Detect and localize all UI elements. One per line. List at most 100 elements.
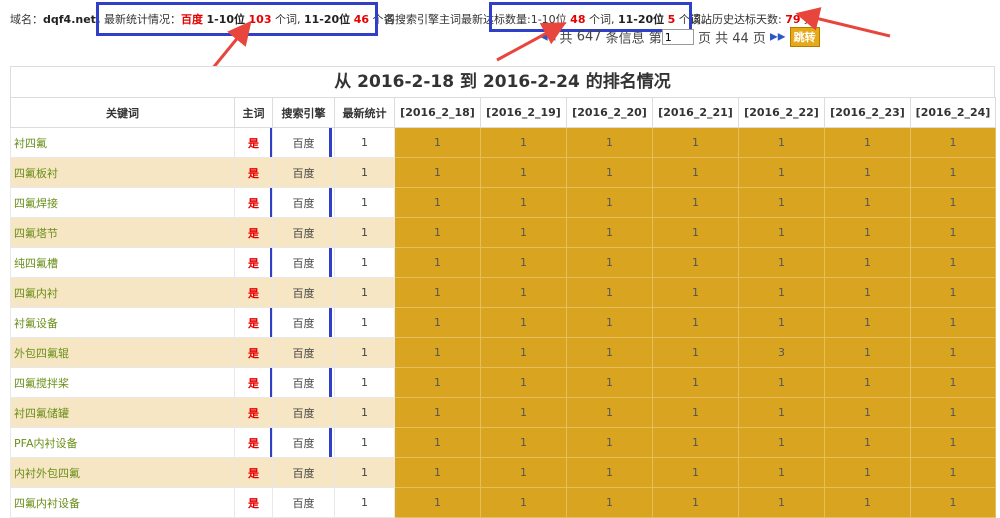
pager-total-prefix: 共 <box>559 31 573 47</box>
day-rank-cell: 1 <box>824 247 911 278</box>
latest-cell: 1 <box>334 247 395 278</box>
day-rank-cell: 1 <box>738 247 825 278</box>
day-rank-cell: 1 <box>652 247 739 278</box>
day-rank-cell: 1 <box>394 397 481 428</box>
day-rank-cell: 1 <box>652 367 739 398</box>
day-rank-cell: 1 <box>738 217 825 248</box>
day-rank-cell: 1 <box>824 337 911 368</box>
table-row: PFA内衬设备是百度 1 1 1 1 1 1 1 1 <box>10 427 996 458</box>
day-rank-cell: 1 <box>394 337 481 368</box>
table-header-row: 关键词 主词 搜索引擎 最新统计 [2016_2_18] [2016_2_19]… <box>10 97 996 128</box>
latest-cell: 1 <box>334 307 395 338</box>
day-rank-cell: 1 <box>824 157 911 188</box>
latest-cell: 1 <box>334 277 395 308</box>
keyword-cell[interactable]: 四氟焊接 <box>10 187 235 218</box>
day-rank-cell: 1 <box>394 367 481 398</box>
keyword-cell[interactable]: 衬四氟 <box>10 127 235 158</box>
day-rank-cell: 1 <box>480 217 567 248</box>
keyword-cell[interactable]: 外包四氟辊 <box>10 337 235 368</box>
keyword-cell[interactable]: PFA内衬设备 <box>10 427 235 458</box>
engine-cell: 百度 <box>272 307 335 338</box>
main-cell: 是 <box>234 277 273 308</box>
keyword-cell[interactable]: 衬氟设备 <box>10 307 235 338</box>
keyword-cell[interactable]: 内衬外包四氟 <box>10 457 235 488</box>
triangle-left-icon[interactable]: ◀◀ <box>540 32 555 43</box>
day-rank-cell: 1 <box>480 367 567 398</box>
jump-button[interactable]: 跳转 <box>789 27 820 47</box>
main-cell: 是 <box>234 397 273 428</box>
day-rank-cell: 1 <box>394 217 481 248</box>
engine-cell: 百度 <box>272 217 335 248</box>
latest-cell: 1 <box>334 157 395 188</box>
table-row: 四氟内衬设备是百度 1 1 1 1 1 1 1 1 <box>10 487 996 518</box>
engine-stat-label: 各搜索引擎主词最新达标数量:1-10位 <box>384 13 567 26</box>
day-rank-cell: 1 <box>566 427 653 458</box>
page-number-input[interactable] <box>661 29 694 45</box>
keyword-cell[interactable]: 四氟塔节 <box>10 217 235 248</box>
latest-cell: 1 <box>334 187 395 218</box>
header-day: [2016_2_22] <box>738 97 825 128</box>
table-row: 四氟焊接是百度 1 1 1 1 1 1 1 1 <box>10 187 996 218</box>
header-day: [2016_2_19] <box>480 97 567 128</box>
latest-cell: 1 <box>334 217 395 248</box>
engine-cell: 百度 <box>272 397 335 428</box>
engine-stats: 各搜索引擎主词最新达标数量:1-10位 48 个词, 11-20位 5 个词。 <box>384 11 712 27</box>
main-cell: 是 <box>234 487 273 518</box>
engine-cell: 百度 <box>272 487 335 518</box>
triangle-right-icon[interactable]: ▶▶ <box>770 32 785 43</box>
day-rank-cell: 1 <box>480 307 567 338</box>
day-rank-cell: 1 <box>824 397 911 428</box>
day-rank-cell: 3 <box>738 337 825 368</box>
day-rank-cell: 1 <box>652 127 739 158</box>
table-title: 从 2016-2-18 到 2016-2-24 的排名情况 <box>10 66 995 97</box>
pager-pages-text: 页 共 44 页 <box>697 31 766 47</box>
keyword-cell[interactable]: 纯四氟槽 <box>10 247 235 278</box>
day-rank-cell: 1 <box>394 127 481 158</box>
keyword-cell[interactable]: 四氟板衬 <box>10 157 235 188</box>
main-cell: 是 <box>234 127 273 158</box>
engine-cell: 百度 <box>272 247 335 278</box>
day-rank-cell: 1 <box>824 307 911 338</box>
day-rank-cell: 1 <box>652 277 739 308</box>
day-rank-cell: 1 <box>910 307 996 338</box>
header-keyword: 关键词 <box>10 97 235 128</box>
latest-range2-count: 46 <box>353 13 369 26</box>
day-rank-cell: 1 <box>480 127 567 158</box>
main-cell: 是 <box>234 157 273 188</box>
day-rank-cell: 1 <box>910 277 996 308</box>
day-rank-cell: 1 <box>652 337 739 368</box>
day-rank-cell: 1 <box>652 427 739 458</box>
table-row: 纯四氟槽是百度 1 1 1 1 1 1 1 1 <box>10 247 996 278</box>
day-rank-cell: 1 <box>394 307 481 338</box>
history-stats: 该站历史达标天数: 79 天 <box>690 11 815 27</box>
day-rank-cell: 1 <box>566 487 653 518</box>
day-rank-cell: 1 <box>824 367 911 398</box>
ranking-table-wrap: 从 2016-2-18 到 2016-2-24 的排名情况 关键词 主词 搜索引… <box>10 66 996 518</box>
day-rank-cell: 1 <box>738 187 825 218</box>
day-rank-cell: 1 <box>824 187 911 218</box>
latest-cell: 1 <box>334 457 395 488</box>
day-rank-cell: 1 <box>738 277 825 308</box>
keyword-cell[interactable]: 四氟内衬设备 <box>10 487 235 518</box>
day-rank-cell: 1 <box>652 217 739 248</box>
engine-stat-range2: 11-20位 <box>617 13 665 26</box>
table-row: 衬四氟储罐是百度 1 1 1 1 1 1 1 1 <box>10 397 996 428</box>
day-rank-cell: 1 <box>480 487 567 518</box>
day-rank-cell: 1 <box>910 127 996 158</box>
keyword-cell[interactable]: 四氟内衬 <box>10 277 235 308</box>
latest-cell: 1 <box>334 427 395 458</box>
day-rank-cell: 1 <box>566 367 653 398</box>
latest-range1-count: 103 <box>248 13 272 26</box>
day-rank-cell: 1 <box>394 247 481 278</box>
domain-info: 域名：dqf4.net， <box>10 11 107 27</box>
day-rank-cell: 1 <box>738 367 825 398</box>
latest-range2: 11-20位 <box>304 13 351 26</box>
header-engine: 搜索引擎 <box>272 97 335 128</box>
header-day: [2016_2_23] <box>824 97 911 128</box>
day-rank-cell: 1 <box>910 247 996 278</box>
history-unit: 天 <box>804 13 816 26</box>
day-rank-cell: 1 <box>652 157 739 188</box>
keyword-cell[interactable]: 四氟搅拌桨 <box>10 367 235 398</box>
table-row: 四氟塔节是百度 1 1 1 1 1 1 1 1 <box>10 217 996 248</box>
keyword-cell[interactable]: 衬四氟储罐 <box>10 397 235 428</box>
